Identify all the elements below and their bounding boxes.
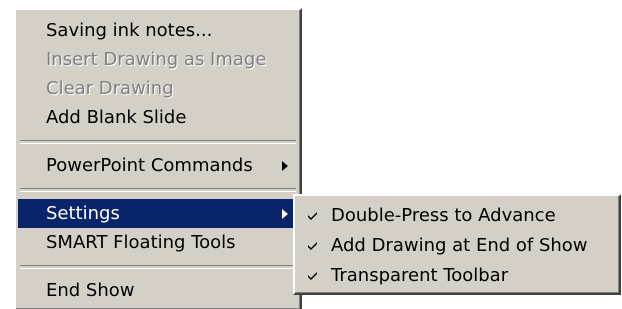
submenu-item-label: Double-Press to Advance: [331, 205, 556, 226]
menu-item-smart-floating-tools[interactable]: SMART Floating Tools: [16, 228, 300, 257]
menu-item-add-blank-slide[interactable]: Add Blank Slide: [16, 103, 300, 132]
menu-item-end-show[interactable]: End Show: [16, 276, 300, 305]
menu-item-saving-ink-notes[interactable]: Saving ink notes...: [16, 16, 300, 45]
submenu-item-label: Transparent Toolbar: [331, 265, 509, 286]
menu-item-label: Add Blank Slide: [46, 107, 187, 128]
submenu-item-double-press-to-advance[interactable]: Double-Press to Advance: [295, 201, 619, 231]
menu-item-insert-drawing-as-image: Insert Drawing as Image: [16, 45, 300, 74]
menu-item-label: SMART Floating Tools: [46, 232, 236, 253]
menu-item-label: Saving ink notes...: [46, 20, 213, 41]
context-menu: Saving ink notes... Insert Drawing as Im…: [14, 8, 302, 309]
menu-item-clear-drawing: Clear Drawing: [16, 74, 300, 103]
submenu-item-transparent-toolbar[interactable]: Transparent Toolbar: [295, 261, 619, 291]
menu-item-label: Settings: [46, 203, 120, 224]
menu-item-label: End Show: [46, 280, 135, 301]
settings-submenu: Double-Press to Advance Add Drawing at E…: [293, 194, 621, 295]
menu-separator: [20, 140, 296, 144]
checkmark-icon: [307, 201, 323, 231]
menu-item-label: PowerPoint Commands: [46, 155, 253, 176]
menu-item-label: Clear Drawing: [46, 78, 174, 99]
chevron-right-icon: [282, 161, 288, 171]
menu-item-powerpoint-commands[interactable]: PowerPoint Commands: [16, 151, 300, 180]
checkmark-icon: [307, 261, 323, 291]
checkmark-icon: [307, 231, 323, 261]
menu-item-label: Insert Drawing as Image: [46, 49, 267, 70]
chevron-right-icon: [282, 209, 288, 219]
submenu-item-add-drawing-at-end-of-show[interactable]: Add Drawing at End of Show: [295, 231, 619, 261]
menu-separator: [20, 265, 296, 269]
menu-item-settings[interactable]: Settings: [18, 199, 298, 228]
menu-separator: [20, 188, 296, 192]
submenu-item-label: Add Drawing at End of Show: [331, 235, 588, 256]
